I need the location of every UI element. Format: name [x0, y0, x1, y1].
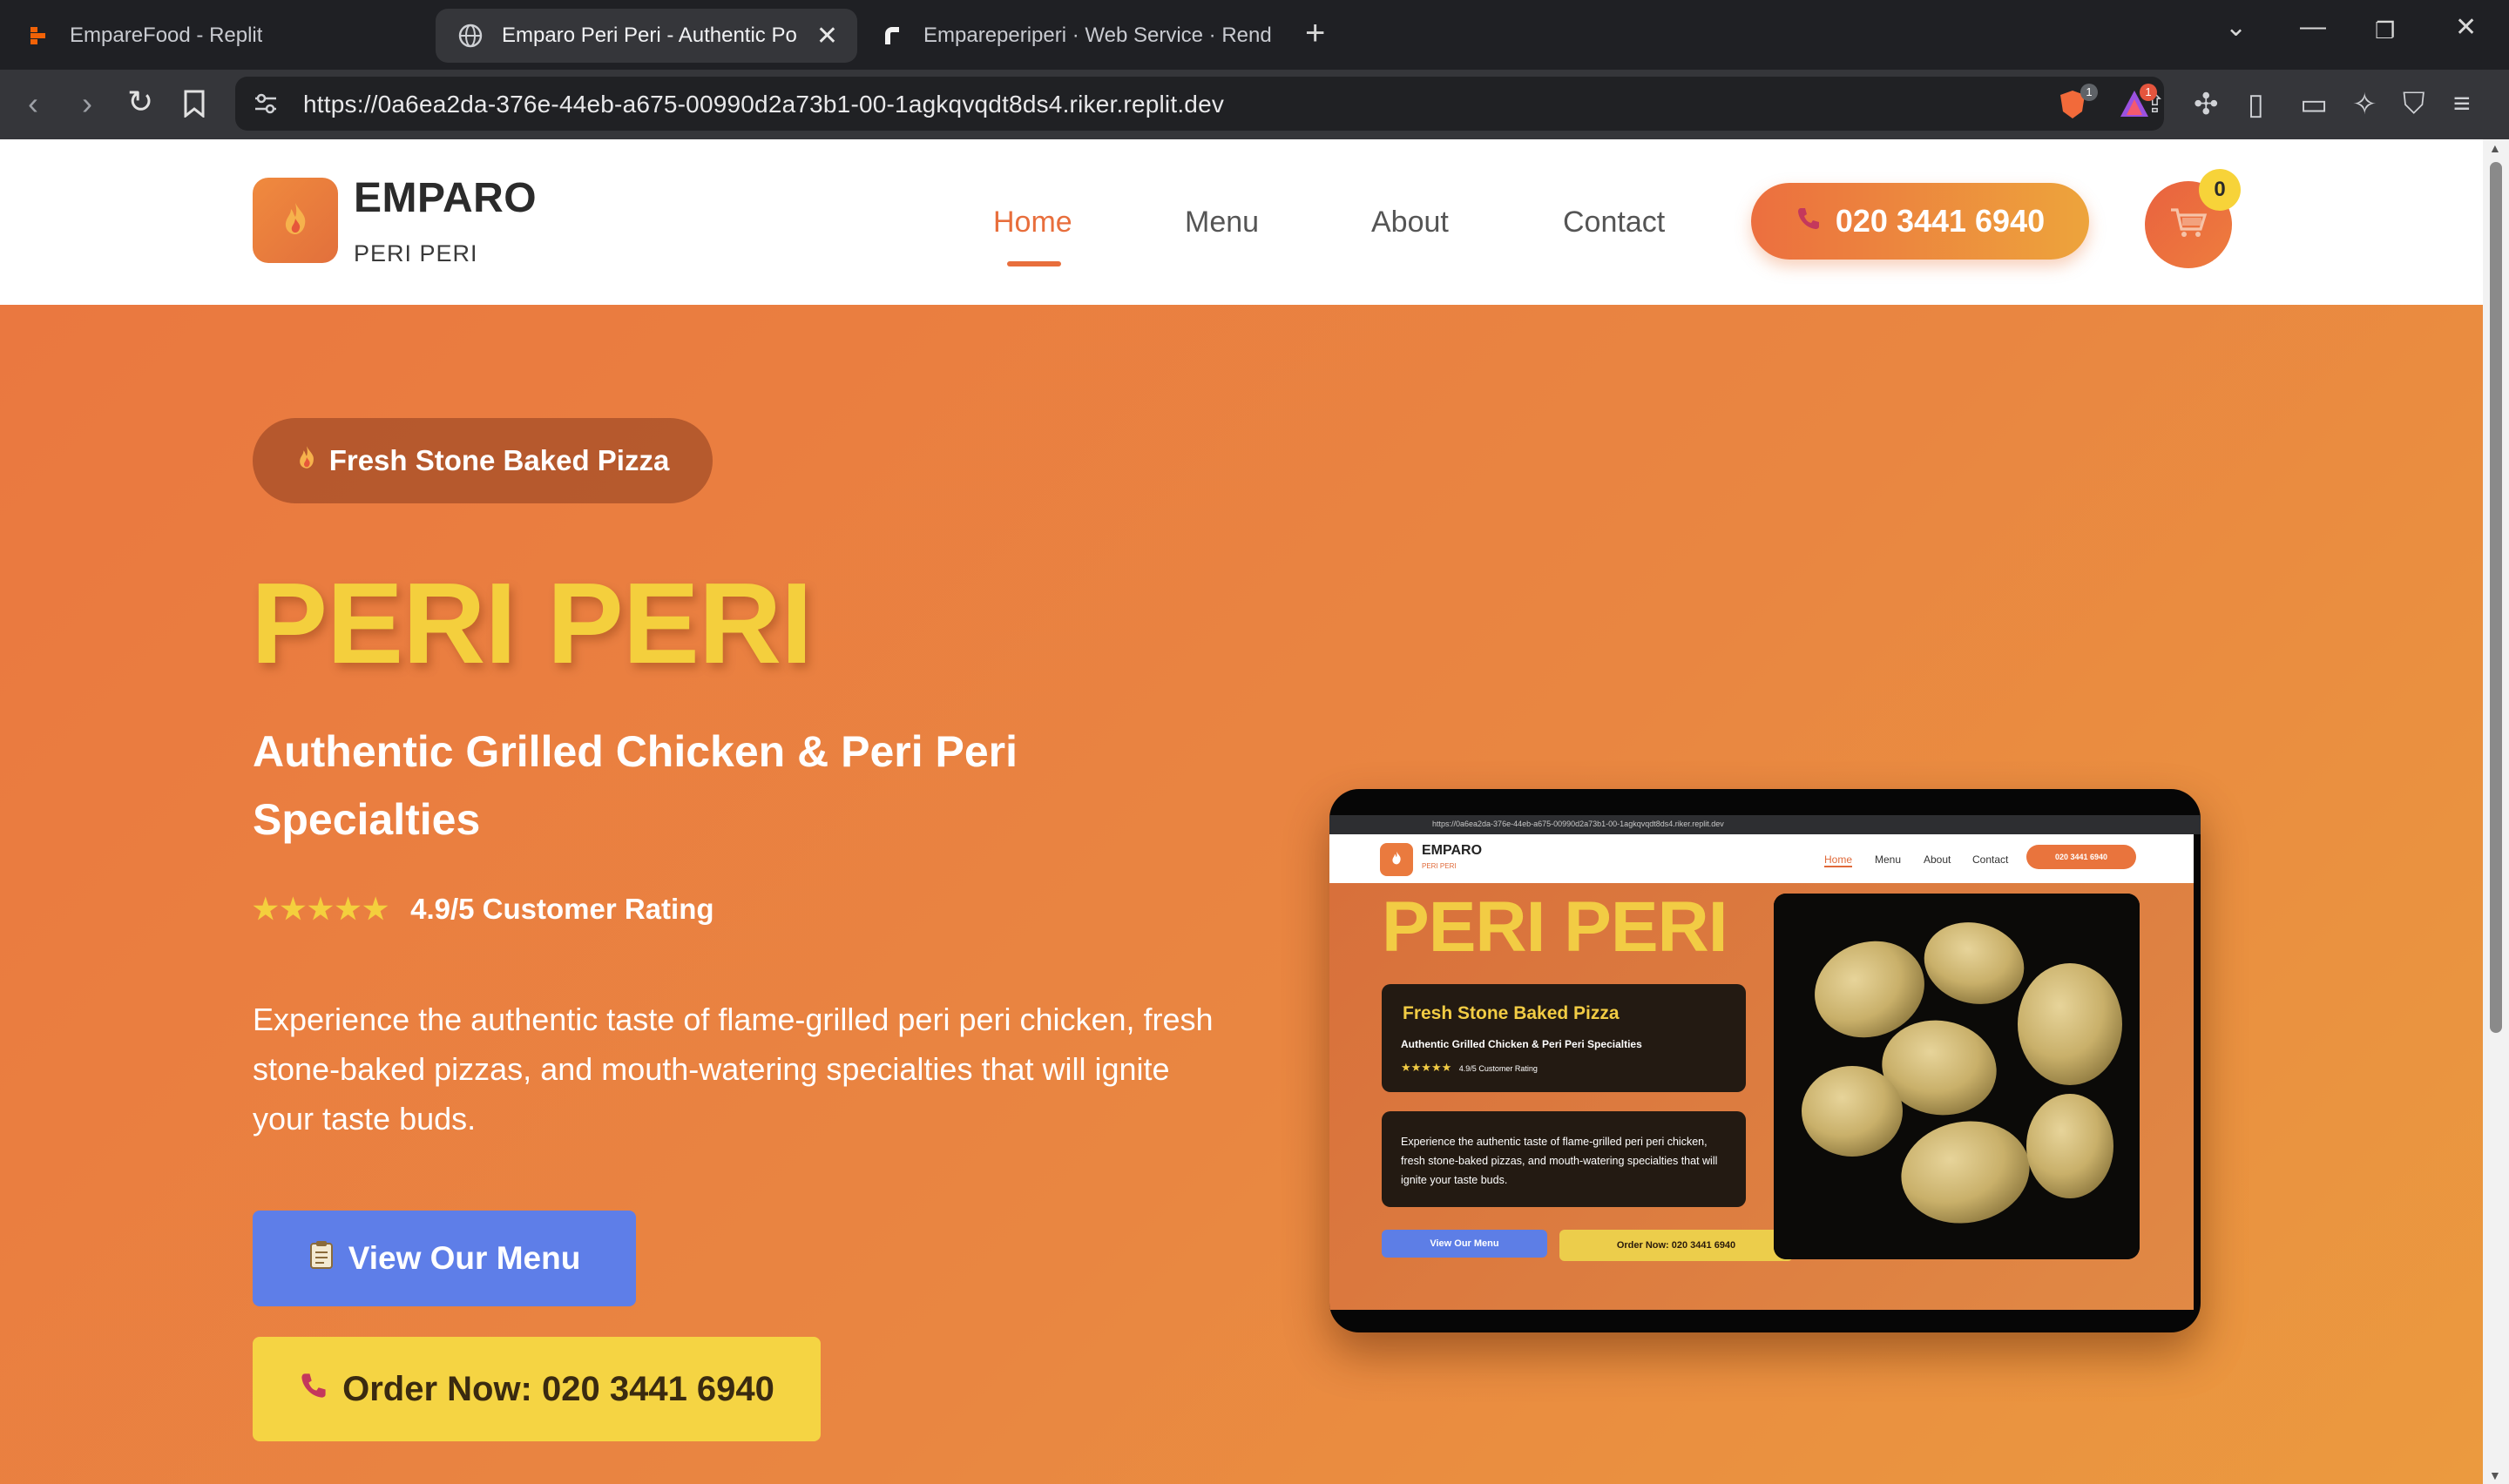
brand-name: EMPARO [354, 175, 538, 221]
close-tab-icon[interactable]: ✕ [816, 21, 838, 51]
tab-title: EmpareFood - Replit [70, 24, 263, 47]
vpn-icon[interactable]: ⛉ [2403, 87, 2425, 121]
header-phone-button[interactable]: 020 3441 6940 [1751, 183, 2089, 260]
rewards-count-badge: 1 [2140, 84, 2157, 101]
forward-icon[interactable]: › [82, 85, 92, 122]
site-header: EMPARO PERI PERI Home Menu About Contact… [0, 139, 2483, 305]
nav-home[interactable]: Home [993, 206, 1072, 239]
flame-icon [296, 444, 317, 477]
render-icon [880, 24, 904, 48]
preview-hero: PERI PERI Fresh Stone Baked Pizza Authen… [1329, 883, 2194, 1310]
tab-emparo-peri-peri[interactable]: Emparo Peri Peri - Authentic Port ✕ [436, 9, 857, 63]
order-now-button[interactable]: Order Now: 020 3441 6940 [253, 1337, 821, 1441]
globe-icon [458, 24, 483, 48]
preview-title: PERI PERI [1382, 887, 1728, 967]
replit-icon [26, 24, 51, 48]
tab-render-web-service[interactable]: Empareperiperi · Web Service · Rend [880, 9, 1272, 63]
preview-nav-menu: Menu [1875, 853, 1902, 866]
preview-order-button: Order Now: 020 3441 6940 [1559, 1230, 1793, 1261]
preview-card-description: Experience the authentic taste of flame-… [1382, 1111, 1746, 1207]
flame-icon [1390, 850, 1403, 870]
back-icon[interactable]: ‹ [28, 85, 38, 122]
preview-phone-button: 020 3441 6940 [2026, 845, 2136, 869]
page-scrollbar[interactable]: ▲ ▼ [2483, 139, 2509, 1484]
preview-card-subtitle: Authentic Grilled Chicken & Peri Peri Sp… [1401, 1038, 1642, 1050]
preview-rating-text: 4.9/5 Customer Rating [1458, 1064, 1538, 1073]
tab-emparefood-replit[interactable]: EmpareFood - Replit [26, 9, 436, 63]
preview-order-label: Order Now: 020 3441 6940 [1616, 1240, 1736, 1251]
nav-about[interactable]: About [1371, 206, 1449, 239]
preview-url: https://0a6ea2da-376e-44eb-a675-00990d2a… [1432, 820, 1724, 828]
hero-title: PERI PERI [251, 559, 813, 687]
rating-stars: ★★★★★ [253, 893, 390, 925]
preview-nav-home: Home [1824, 853, 1853, 867]
phone-icon [1796, 203, 1822, 239]
extensions-icon[interactable]: ✣ [2194, 87, 2219, 122]
view-menu-label: View Our Menu [348, 1240, 581, 1276]
tab-title: Emparo Peri Peri - Authentic Port [502, 24, 798, 47]
scroll-up-icon[interactable]: ▲ [2489, 141, 2501, 155]
hero-rating: ★★★★★ 4.9/5 Customer Rating [253, 892, 714, 926]
nav-contact[interactable]: Contact [1563, 206, 1665, 239]
bookmark-icon[interactable] [183, 89, 206, 125]
preview-nav-contact: Contact [1972, 853, 2009, 866]
wallet-icon[interactable]: ▭ [2300, 87, 2328, 122]
sidebar-icon[interactable]: ▯ [2248, 87, 2264, 122]
preview-menu-label: View Our Menu [1430, 1238, 1499, 1249]
phone-icon [299, 1370, 328, 1409]
browser-tab-bar: EmpareFood - Replit Emparo Peri Peri - A… [0, 0, 2509, 70]
leo-ai-icon[interactable]: ✧ [2352, 87, 2377, 122]
hero-description: Experience the authentic taste of flame-… [253, 1002, 1214, 1137]
scroll-down-icon[interactable]: ▼ [2489, 1468, 2501, 1482]
clipboard-icon [308, 1240, 335, 1278]
new-tab-icon[interactable]: + [1305, 14, 1325, 53]
fried-chicken-photo [1774, 894, 2140, 1259]
active-nav-underline [1007, 261, 1061, 266]
hero-badge-label: Fresh Stone Baked Pizza [328, 444, 670, 476]
menu-icon[interactable]: ≡ [2453, 87, 2471, 121]
cart-icon [2169, 206, 2208, 244]
preview-card-badge: Fresh Stone Baked Pizza Authentic Grille… [1382, 984, 1746, 1092]
cart-count-badge: 0 [2199, 169, 2241, 211]
brand-subtitle: PERI PERI [354, 240, 478, 266]
url-bar[interactable]: https://0a6ea2da-376e-44eb-a675-00990d2a… [235, 77, 2166, 131]
scrollbar-thumb[interactable] [2490, 162, 2502, 1033]
site-preview-image: https://0a6ea2da-376e-44eb-a675-00990d2a… [1329, 789, 2201, 1332]
view-menu-button[interactable]: View Our Menu [253, 1211, 636, 1306]
page-viewport: EMPARO PERI PERI Home Menu About Contact… [0, 139, 2483, 1484]
preview-brand-sub: PERI PERI [1422, 862, 1457, 870]
preview-address-bar: https://0a6ea2da-376e-44eb-a675-00990d2a… [1329, 815, 2201, 834]
preview-card-title: Fresh Stone Baked Pizza [1403, 1003, 1620, 1023]
preview-phone-number: 020 3441 6940 [2054, 853, 2108, 861]
logo[interactable] [253, 178, 338, 263]
shields-count-badge: 1 [2080, 84, 2098, 101]
close-window-icon[interactable]: ✕ [2455, 12, 2477, 43]
header-phone-number: 020 3441 6940 [1835, 203, 2046, 239]
url-text: https://0a6ea2da-376e-44eb-a675-00990d2a… [303, 91, 1225, 118]
flame-icon [281, 201, 310, 240]
preview-card-rating: ★★★★★ 4.9/5 Customer Rating [1401, 1061, 1538, 1075]
hero-subtitle: Authentic Grilled Chicken & Peri Peri Sp… [253, 727, 1018, 844]
reload-icon[interactable]: ↻ [127, 84, 153, 120]
order-now-label: Order Now: 020 3441 6940 [342, 1369, 774, 1408]
preview-brand: EMPARO [1422, 843, 1483, 858]
address-bar-row: ‹ › ↻ https://0a6ea2da-376e-44eb-a675-00… [0, 70, 2509, 139]
rating-text: 4.9/5 Customer Rating [410, 893, 714, 925]
tab-title: Empareperiperi · Web Service · Rend [923, 24, 1272, 47]
site-settings-icon[interactable] [253, 91, 279, 121]
preview-stars: ★★★★★ [1401, 1061, 1452, 1074]
hero-section: Fresh Stone Baked Pizza PERI PERI Authen… [0, 305, 2483, 1484]
preview-description: Experience the authentic taste of flame-… [1401, 1136, 1718, 1186]
nav-menu[interactable]: Menu [1185, 206, 1259, 239]
preview-logo [1380, 843, 1413, 876]
hero-badge: Fresh Stone Baked Pizza [253, 418, 713, 503]
restore-icon[interactable]: ❐ [2375, 17, 2395, 44]
preview-menu-button: View Our Menu [1382, 1230, 1547, 1258]
preview-header: EMPARO PERI PERI Home Menu About Contact… [1329, 834, 2194, 883]
minimize-icon[interactable]: — [2300, 12, 2326, 42]
preview-nav-about: About [1924, 853, 1951, 866]
tab-list-chevron-icon[interactable]: ⌄ [2225, 12, 2247, 43]
